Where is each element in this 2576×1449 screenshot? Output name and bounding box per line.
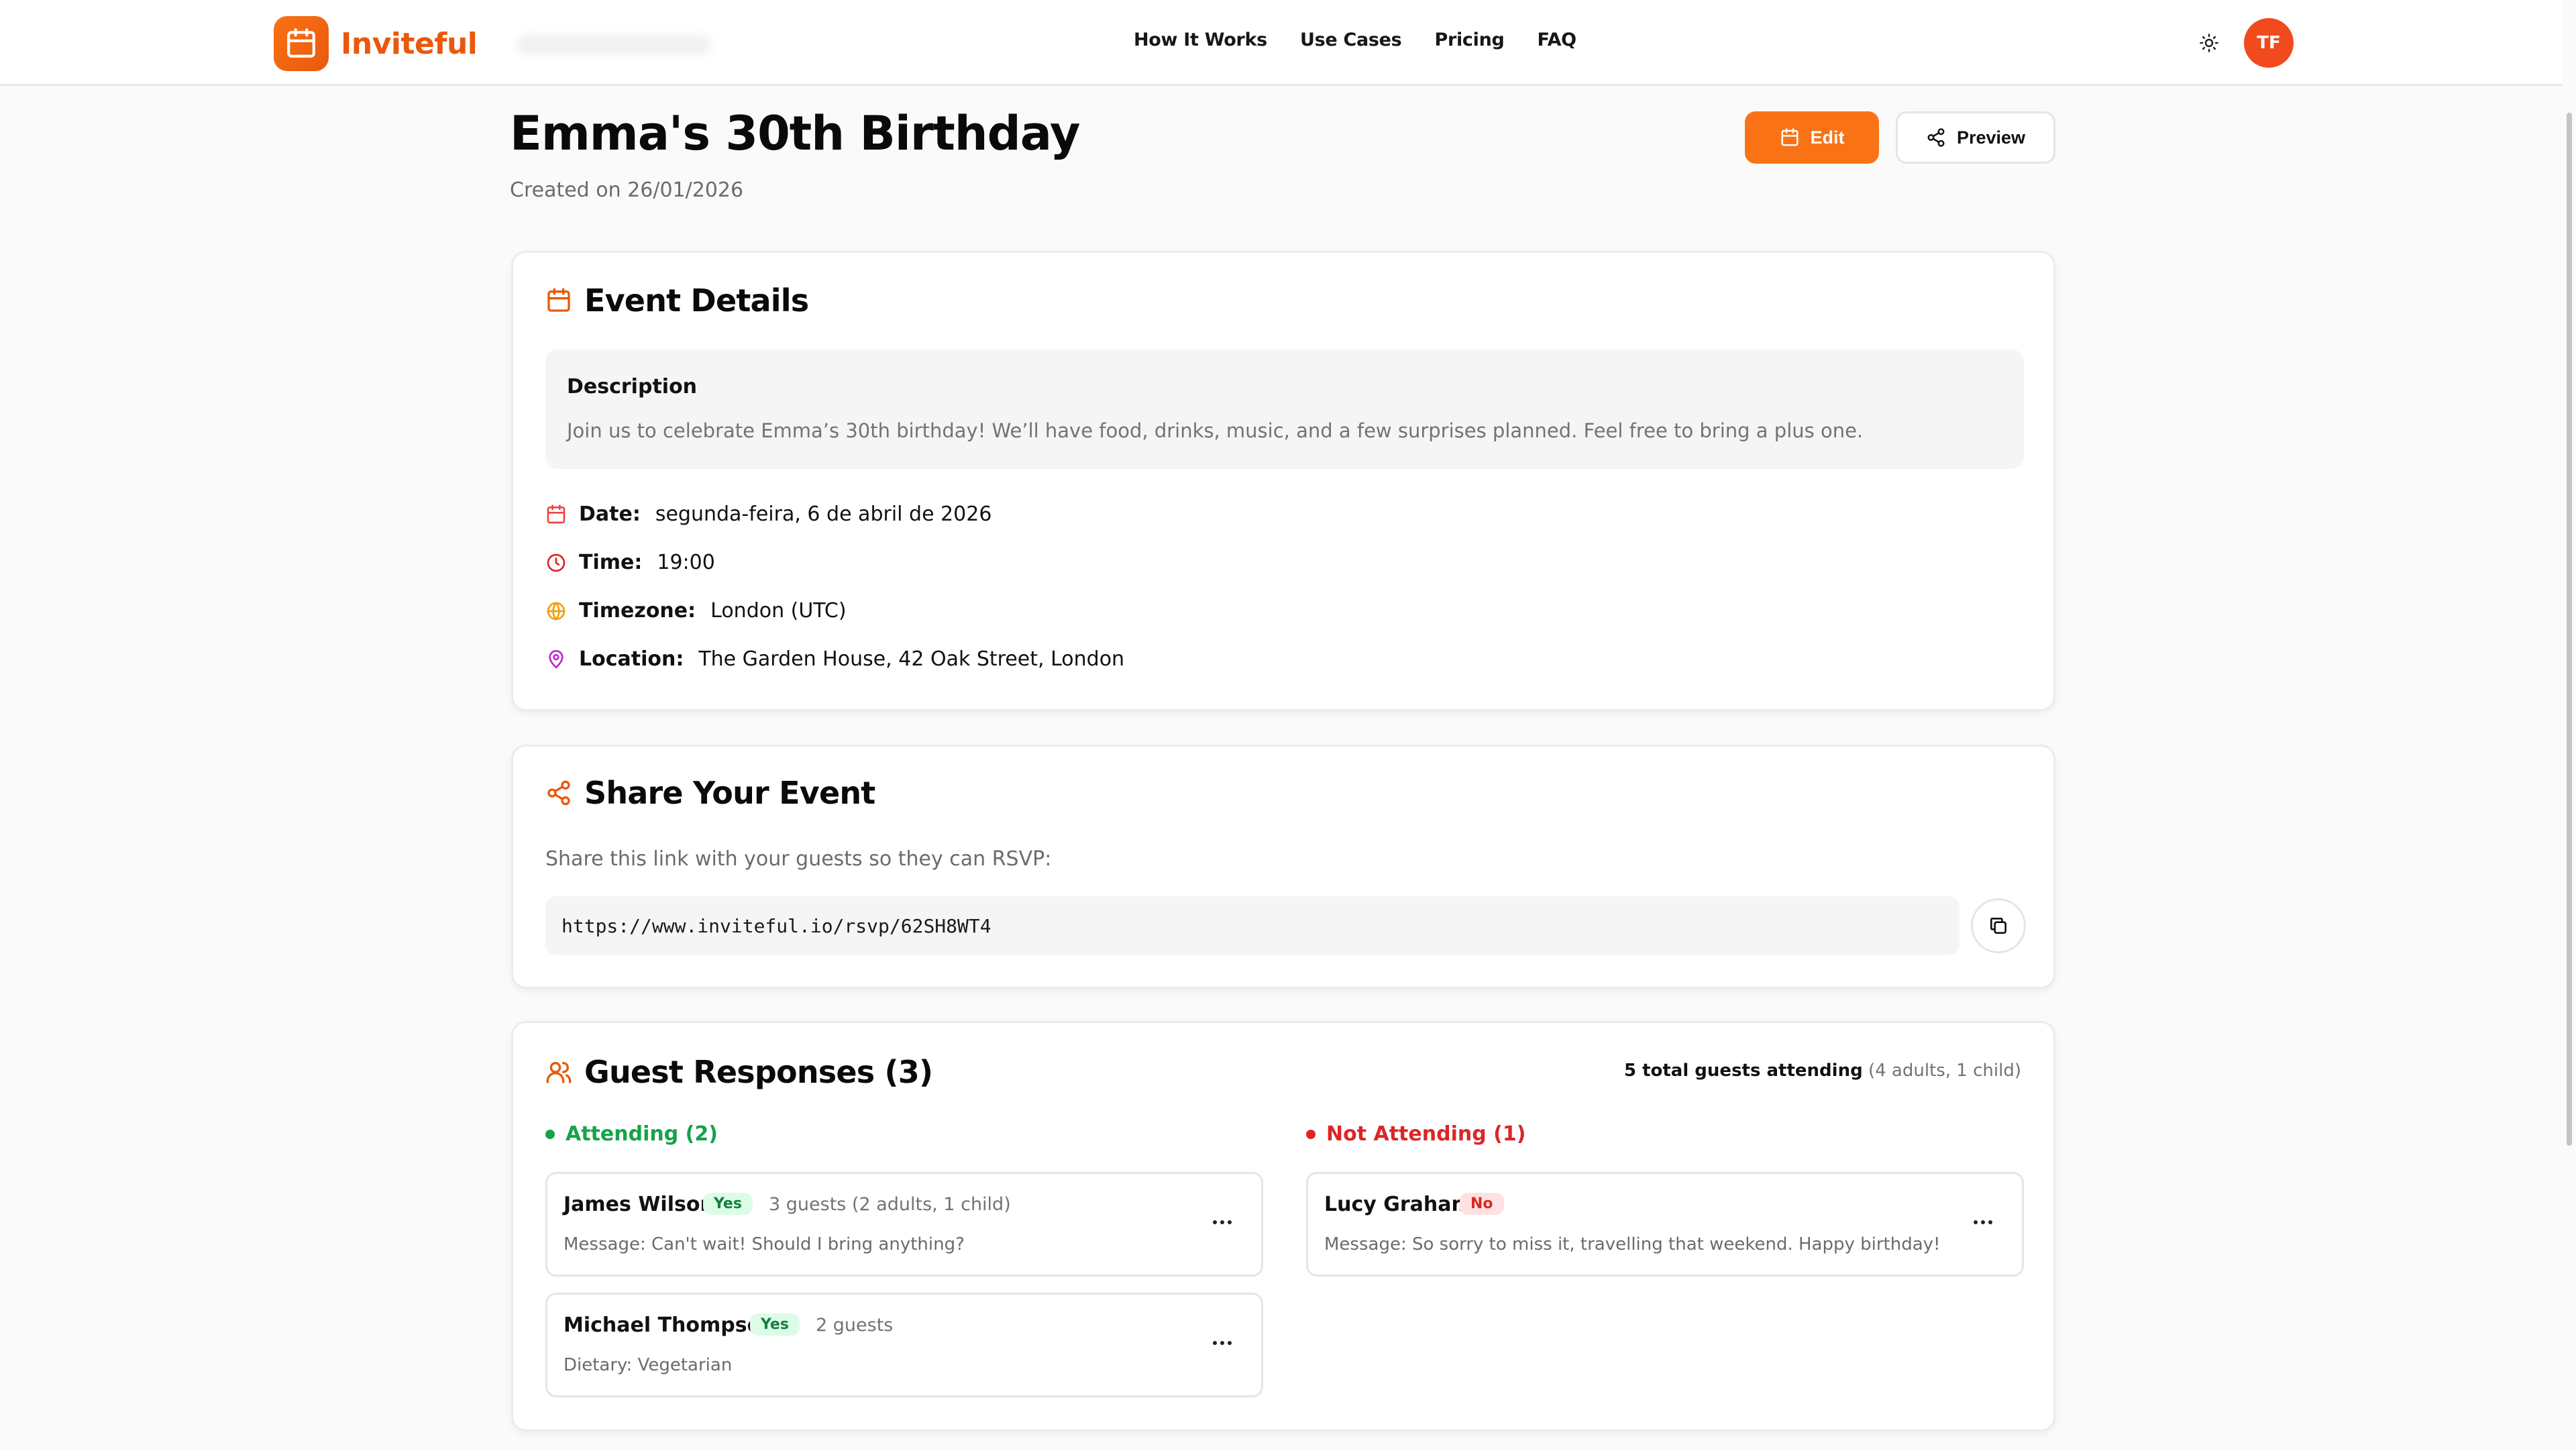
nav-faq[interactable]: FAQ: [1538, 30, 1577, 50]
map-pin-icon: [549, 649, 564, 669]
guest-responses-heading: Guest Responses (3): [545, 1054, 933, 1090]
guest-card[interactable]: Michael Thompson Yes 2 guests Dietary: V…: [545, 1293, 1263, 1397]
event-details-card: Event Details Description Join us to cel…: [511, 251, 2055, 711]
brand-name: Inviteful: [341, 26, 478, 61]
nav-pricing[interactable]: Pricing: [1434, 30, 1504, 50]
page-title: Emma's 30th Birthday: [510, 106, 1080, 161]
status-dot: [1306, 1129, 1316, 1139]
guest-count: 2 guests: [816, 1315, 894, 1336]
created-date: Created on 26/01/2026: [510, 178, 744, 202]
theme-toggle-button[interactable]: [2196, 30, 2222, 56]
rsvp-badge: Yes: [750, 1313, 800, 1336]
guest-name: James Wilson: [564, 1193, 714, 1216]
copy-link-button[interactable]: [1971, 898, 2026, 953]
guest-card[interactable]: James Wilson Yes 3 guests (2 adults, 1 c…: [545, 1172, 1263, 1277]
share-icon: [1927, 128, 1945, 147]
time-label: Time:: [579, 551, 643, 574]
not-attending-heading: Not Attending (1): [1306, 1122, 1525, 1146]
more-options-button[interactable]: [1209, 1335, 1236, 1351]
calendar-icon: [1781, 128, 1798, 146]
time-value: 19:00: [657, 551, 715, 574]
guest-name: Michael Thompson: [564, 1313, 775, 1337]
attending-label: Attending (2): [566, 1122, 718, 1146]
guest-message: Message: So sorry to miss it, travelling…: [1324, 1234, 1941, 1254]
rsvp-link-field[interactable]: https://www.inviteful.io/rsvp/62SH8WT4: [545, 896, 1960, 955]
edit-button[interactable]: Edit: [1745, 111, 1879, 164]
guest-dietary: Dietary: Vegetarian: [564, 1355, 733, 1375]
scrollbar-thumb[interactable]: [2567, 113, 2572, 1146]
edit-button-label: Edit: [1810, 127, 1845, 148]
detail-date: Date: segunda-feira, 6 de abril de 2026: [545, 502, 991, 526]
description-box: Description Join us to celebrate Emma’s …: [545, 350, 2024, 469]
calendar-icon: [547, 288, 570, 312]
users-icon: [546, 1062, 572, 1083]
more-options-button[interactable]: [1209, 1214, 1236, 1230]
share-event-title: Share Your Event: [584, 775, 875, 811]
calendar-icon: [547, 504, 566, 523]
share-event-card: Share Your Event Share this link with yo…: [511, 745, 2055, 989]
guest-name: Lucy Graham: [1324, 1193, 1472, 1216]
copy-icon: [1990, 918, 2006, 934]
totals-breakdown: (4 adults, 1 child): [1868, 1061, 2021, 1081]
attending-totals: 5 total guests attending (4 adults, 1 ch…: [1624, 1061, 2021, 1081]
clock-icon: [547, 553, 566, 572]
main-nav: How It Works Use Cases Pricing FAQ: [1134, 30, 1576, 50]
nav-use-cases[interactable]: Use Cases: [1300, 30, 1402, 50]
event-details-title: Event Details: [584, 282, 809, 319]
guest-count: 3 guests (2 adults, 1 child): [769, 1194, 1011, 1215]
location-value: The Garden House, 42 Oak Street, London: [698, 647, 1125, 671]
description-text: Join us to celebrate Emma’s 30th birthda…: [567, 419, 1864, 442]
event-details-heading: Event Details: [545, 282, 809, 319]
detail-time: Time: 19:00: [545, 551, 715, 574]
blurred-element: [517, 35, 711, 55]
preview-button[interactable]: Preview: [1896, 111, 2055, 164]
totals-strong: 5 total guests attending: [1623, 1061, 1863, 1081]
not-attending-label: Not Attending (1): [1326, 1122, 1526, 1146]
guest-message: Message: Can't wait! Should I bring anyt…: [564, 1234, 965, 1254]
guest-card[interactable]: Lucy Graham No Message: So sorry to miss…: [1306, 1172, 2024, 1277]
description-label: Description: [567, 375, 698, 398]
share-hint: Share this link with your guests so they…: [545, 847, 1052, 871]
user-avatar[interactable]: TF: [2244, 18, 2294, 68]
share-event-heading: Share Your Event: [545, 775, 875, 811]
brand[interactable]: Inviteful: [274, 16, 478, 71]
rsvp-badge: Yes: [703, 1193, 753, 1215]
rsvp-badge: No: [1460, 1193, 1504, 1215]
nav-how-it-works[interactable]: How It Works: [1134, 30, 1267, 50]
more-options-button[interactable]: [1970, 1214, 1996, 1230]
status-dot: [545, 1129, 555, 1139]
date-value: segunda-feira, 6 de abril de 2026: [655, 502, 992, 526]
timezone-value: London (UTC): [710, 599, 847, 623]
globe-icon: [547, 601, 566, 621]
attending-heading: Attending (2): [545, 1122, 718, 1146]
calendar-icon: [274, 16, 329, 71]
share-icon: [547, 780, 570, 806]
location-label: Location:: [579, 647, 684, 671]
preview-button-label: Preview: [1956, 127, 2026, 148]
detail-timezone: Timezone: London (UTC): [545, 599, 847, 623]
sun-icon: [2200, 34, 2218, 52]
top-navbar: Inviteful How It Works Use Cases Pricing…: [0, 0, 2563, 86]
detail-location: Location: The Garden House, 42 Oak Stree…: [545, 647, 1124, 671]
guest-responses-title: Guest Responses (3): [584, 1054, 933, 1090]
timezone-label: Timezone:: [579, 599, 696, 623]
guest-responses-card: Guest Responses (3) 5 total guests atten…: [511, 1021, 2055, 1432]
date-label: Date:: [579, 502, 641, 526]
